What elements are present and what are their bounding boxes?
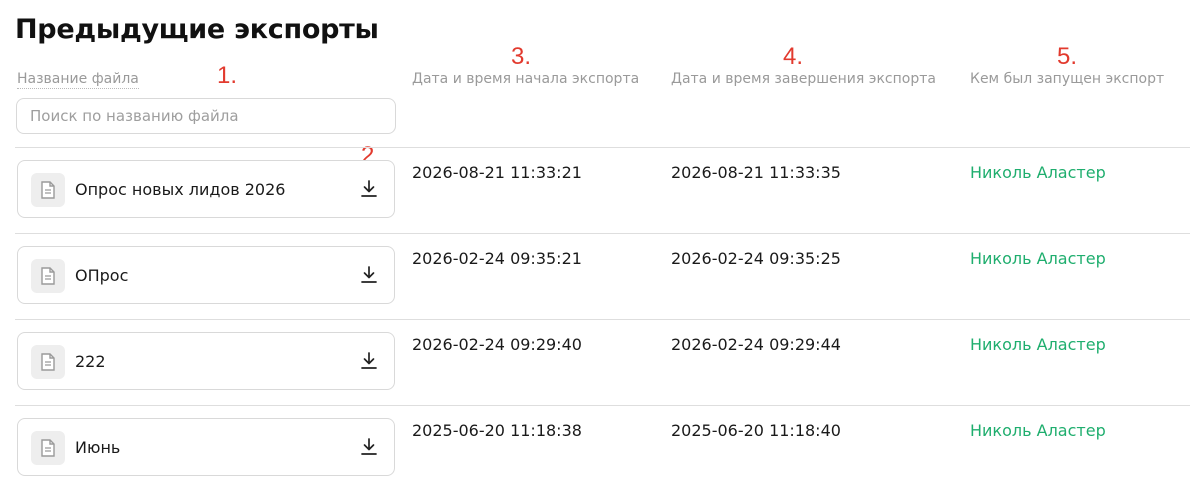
table-row: ОПрос 2026-02-24 09:35:21 2026-02-24 09:… [0,233,1199,319]
table-row: Опрос новых лидов 2026 2026-08-21 11:33:… [0,147,1199,233]
document-icon [31,431,65,465]
export-user-link[interactable]: Николь Аластер [970,163,1106,182]
download-icon[interactable] [359,265,379,285]
file-card[interactable]: 222 [17,332,395,390]
export-end-time: 2026-08-21 11:33:35 [671,163,841,182]
download-icon[interactable] [359,351,379,371]
file-name: ОПрос [75,266,129,285]
annotation-marker-3: 3. [511,43,532,70]
download-icon[interactable] [359,437,379,457]
export-end-time: 2026-02-24 09:29:44 [671,335,841,354]
export-start-time: 2026-02-24 09:29:40 [412,335,582,354]
file-card[interactable]: Июнь [17,418,395,476]
export-start-time: 2025-06-20 11:18:38 [412,421,582,440]
export-start-time: 2026-02-24 09:35:21 [412,249,582,268]
document-icon [31,259,65,293]
column-header-launched-by: Кем был запущен экспорт [970,71,1165,87]
file-name: Июнь [75,438,121,457]
search-input[interactable] [16,98,396,134]
export-user-link[interactable]: Николь Аластер [970,335,1106,354]
export-user-link[interactable]: Николь Аластер [970,421,1106,440]
export-end-time: 2025-06-20 11:18:40 [671,421,841,440]
annotation-marker-5: 5. [1057,43,1078,70]
file-name: Опрос новых лидов 2026 [75,180,286,199]
table-row: 222 2026-02-24 09:29:40 2026-02-24 09:29… [0,319,1199,405]
export-end-time: 2026-02-24 09:35:25 [671,249,841,268]
file-card[interactable]: ОПрос [17,246,395,304]
file-card[interactable]: Опрос новых лидов 2026 [17,160,395,218]
document-icon [31,345,65,379]
column-header-end-time: Дата и время завершения экспорта [671,71,936,87]
annotation-marker-4: 4. [783,43,804,70]
column-header-file-name[interactable]: Название файла [17,71,139,89]
annotation-marker-1: 1. [217,62,238,89]
column-header-start-time: Дата и время начала экспорта [412,71,640,87]
download-icon[interactable] [359,179,379,199]
document-icon [31,173,65,207]
table-row: Июнь 2025-06-20 11:18:38 2025-06-20 11:1… [0,405,1199,491]
export-start-time: 2026-08-21 11:33:21 [412,163,582,182]
export-user-link[interactable]: Николь Аластер [970,249,1106,268]
page-title: Предыдущие экспорты [15,14,379,45]
file-name: 222 [75,352,106,371]
